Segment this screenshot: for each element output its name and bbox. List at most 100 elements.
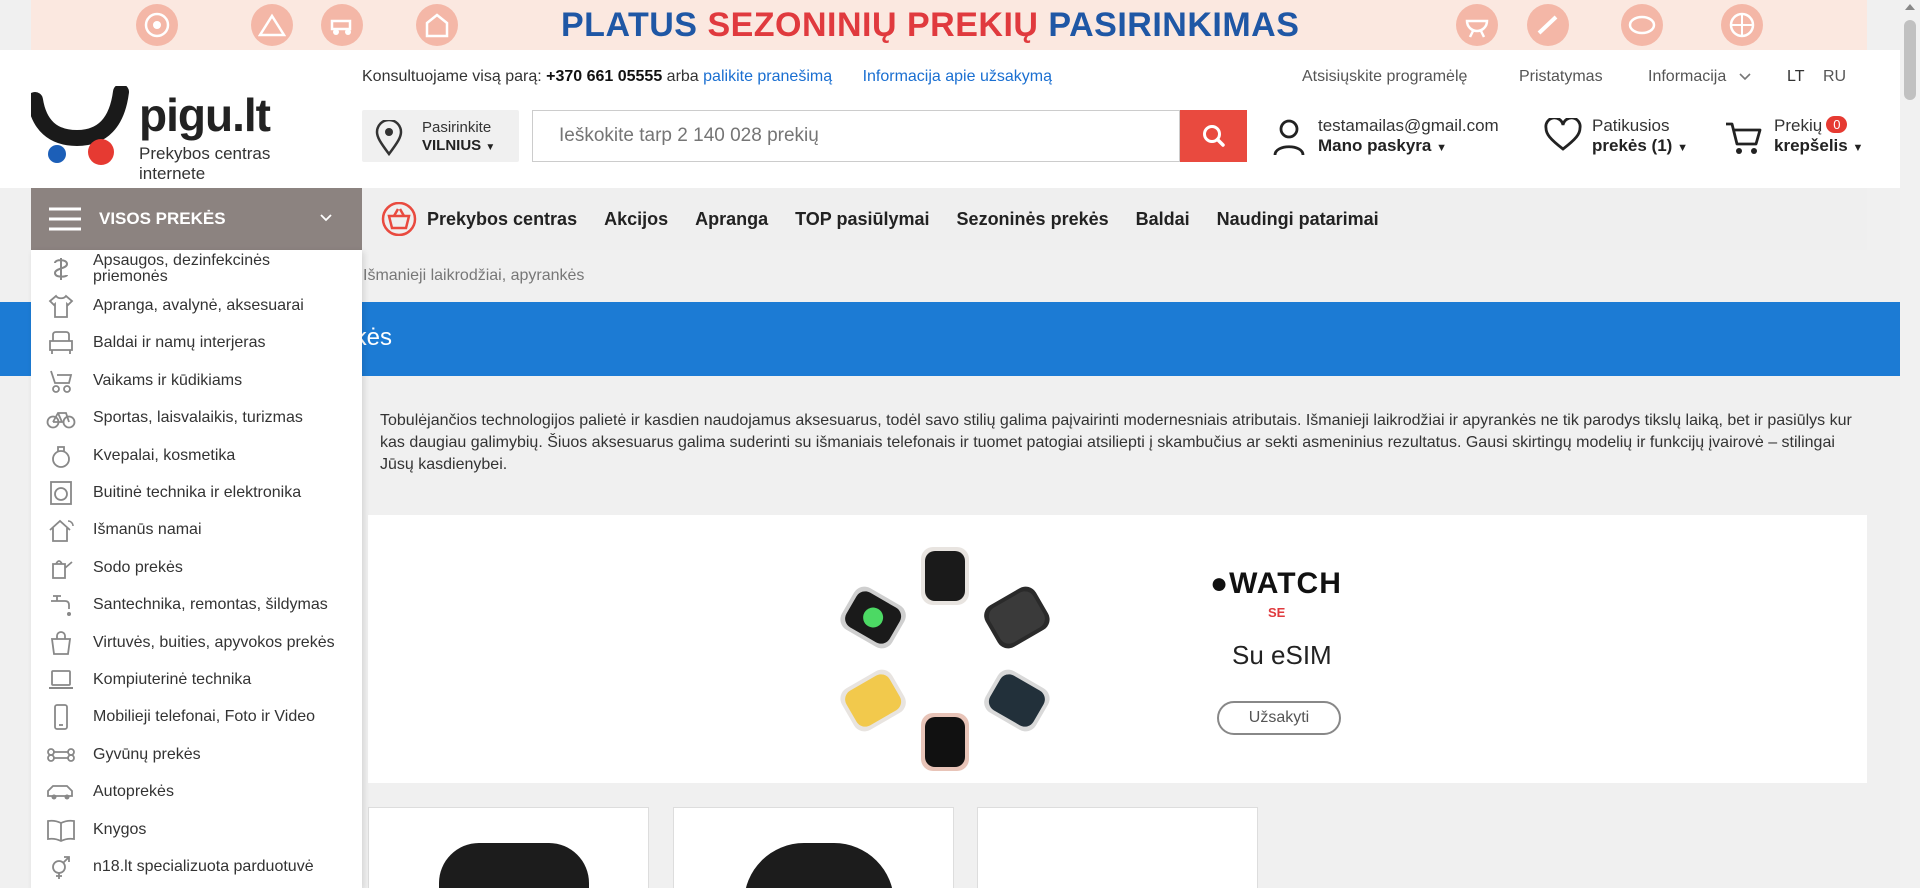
category-item[interactable]: Apranga, avalynė, aksesuarai — [31, 287, 362, 324]
promo-banner[interactable]: PLATUS SEZONINIŲ PREKIŲ PASIRINKIMAS — [31, 0, 1867, 50]
favorites-count: prekės (1) ▼ — [1592, 136, 1688, 155]
laptop-icon — [45, 666, 77, 694]
location-label: Pasirinkite — [422, 119, 492, 136]
nav-link-top-offers[interactable]: TOP pasiūlymai — [795, 209, 929, 230]
hero-banner[interactable]: ●WATCH SE Su eSIM Užsakyti — [368, 515, 1867, 783]
book-icon — [45, 816, 77, 844]
category-item[interactable]: Santechnika, remontas, šildymas — [31, 587, 362, 624]
scrollbar-thumb[interactable] — [1904, 20, 1916, 100]
gender-icon — [45, 853, 77, 881]
nav-link-apranga[interactable]: Apranga — [695, 209, 768, 230]
promo-title: PLATUS SEZONINIŲ PREKIŲ PASIRINKIMAS — [561, 6, 1300, 44]
hero-order-button[interactable]: Užsakyti — [1217, 701, 1341, 735]
cart-icon — [1726, 122, 1762, 154]
product-card[interactable] — [673, 807, 954, 888]
category-dropdown: Apsaugos, dezinfekcinės priemonės Aprang… — [31, 250, 362, 888]
hamburger-icon — [49, 207, 81, 231]
heart-icon — [1544, 118, 1582, 151]
apple-icon: ● — [1210, 567, 1230, 600]
consult-line: Konsultuojame visą parą: +370 661 05555 … — [362, 68, 1052, 85]
nav-link-tips[interactable]: Naudingi patarimai — [1217, 209, 1379, 230]
faucet-icon — [45, 591, 77, 619]
product-card[interactable] — [977, 807, 1258, 888]
scroll-up-icon[interactable] — [1905, 4, 1915, 10]
information-menu[interactable]: Informacija — [1648, 68, 1751, 86]
account-email: testamailas@gmail.com — [1318, 116, 1499, 135]
nav-link-shopping-center[interactable]: Prekybos centras — [381, 202, 577, 236]
watches-image — [840, 547, 1050, 771]
wheel-icon — [136, 4, 178, 46]
category-description: Tobulėjančios technologijos palietė ir k… — [380, 412, 1852, 473]
all-products-label: VISOS PREKĖS — [99, 209, 226, 228]
lang-ru[interactable]: RU — [1823, 68, 1846, 86]
playhouse-icon — [416, 4, 458, 46]
site-logo[interactable]: pigu.lt Prekybos centras internete — [27, 84, 341, 183]
bicycle-icon — [45, 404, 77, 432]
basket-icon — [381, 202, 417, 236]
stroller-icon — [45, 367, 77, 395]
cart-label: Prekių 0 — [1774, 116, 1848, 136]
cart-count-badge: 0 — [1826, 116, 1848, 133]
product-thumbnail — [439, 843, 589, 888]
chainsaw-icon — [1527, 4, 1569, 46]
bone-icon — [45, 741, 77, 769]
site-header: pigu.lt Prekybos centras internete Konsu… — [0, 50, 1900, 188]
category-item[interactable]: Kompiuterinė technika — [31, 661, 362, 698]
category-item[interactable]: n18.lt specializuota parduotuvė — [31, 848, 362, 885]
lang-lt[interactable]: LT — [1787, 68, 1804, 86]
category-item[interactable]: Virtuvės, buities, apyvokos prekės — [31, 624, 362, 661]
favorites-label: Patikusios — [1592, 116, 1670, 135]
logo-mark-icon — [27, 84, 129, 165]
logo-text: pigu.lt — [139, 89, 271, 141]
car-icon — [45, 778, 77, 806]
category-item[interactable]: Išmanūs namai — [31, 512, 362, 549]
grill-icon — [1456, 4, 1498, 46]
category-item[interactable]: Gyvūnų prekės — [31, 736, 362, 773]
leave-message-link[interactable]: palikite pranešimą — [703, 68, 832, 85]
search-icon — [1202, 125, 1225, 147]
phone-number[interactable]: +370 661 05555 — [546, 68, 662, 85]
search-input[interactable] — [533, 111, 1179, 161]
pharmacy-icon — [45, 255, 77, 283]
main-navbar: VISOS PREKĖS Prekybos centras Akcijos Ap… — [31, 188, 1867, 250]
page-scrollbar[interactable] — [1900, 0, 1920, 888]
download-app-link[interactable]: Atsisiųskite programėlę — [1302, 68, 1467, 86]
breadcrumb[interactable]: Išmanieji laikrodžiai, apyrankės — [363, 267, 584, 285]
logo-tagline: Prekybos centras internete — [139, 144, 271, 183]
chevron-down-icon — [320, 214, 332, 222]
category-item[interactable]: Buitinė technika ir elektronika — [31, 474, 362, 511]
category-item[interactable]: Baldai ir namų interjeras — [31, 325, 362, 362]
nav-link-baldai[interactable]: Baldai — [1136, 209, 1190, 230]
category-item[interactable]: Mobilieji telefonai, Foto ir Video — [31, 699, 362, 736]
nav-link-seasonal[interactable]: Sezoninės prekės — [957, 209, 1109, 230]
location-selector[interactable]: Pasirinkite VILNIUS ▼ — [362, 110, 519, 162]
account-label: Mano paskyra ▼ — [1318, 136, 1448, 155]
smart-home-icon — [45, 516, 77, 544]
cart-sub: krepšelis ▼ — [1774, 136, 1864, 155]
delivery-link[interactable]: Pristatymas — [1519, 68, 1603, 86]
category-item[interactable]: Apsaugos, dezinfekcinės priemonės — [31, 250, 362, 287]
bag-icon — [45, 629, 77, 657]
category-item[interactable]: Sportas, laisvalaikis, turizmas — [31, 400, 362, 437]
category-item[interactable]: Sodo prekės — [31, 549, 362, 586]
nav-link-akcijos[interactable]: Akcijos — [604, 209, 668, 230]
chevron-down-icon — [1739, 73, 1751, 81]
product-card[interactable] — [368, 807, 649, 888]
category-item[interactable]: Kvepalai, kosmetika — [31, 437, 362, 474]
category-item[interactable]: Vaikams ir kūdikiams — [31, 362, 362, 399]
category-item[interactable]: Knygos — [31, 811, 362, 848]
search-button[interactable] — [1180, 110, 1247, 162]
hero-tagline: Su eSIM — [1232, 640, 1332, 670]
user-icon — [1273, 119, 1305, 156]
location-pin-icon — [375, 120, 403, 156]
armchair-icon — [45, 329, 77, 357]
tent-icon — [251, 4, 293, 46]
lawn-mower-icon — [321, 4, 363, 46]
washing-machine-icon — [45, 479, 77, 507]
order-info-link[interactable]: Informacija apie užsakymą — [863, 68, 1052, 85]
nav-links: Prekybos centras Akcijos Apranga TOP pas… — [381, 188, 1406, 250]
product-thumbnail — [744, 843, 894, 888]
category-item[interactable]: Autoprekės — [31, 774, 362, 811]
watering-can-icon — [45, 554, 77, 582]
all-products-button[interactable]: VISOS PREKĖS — [31, 188, 362, 250]
